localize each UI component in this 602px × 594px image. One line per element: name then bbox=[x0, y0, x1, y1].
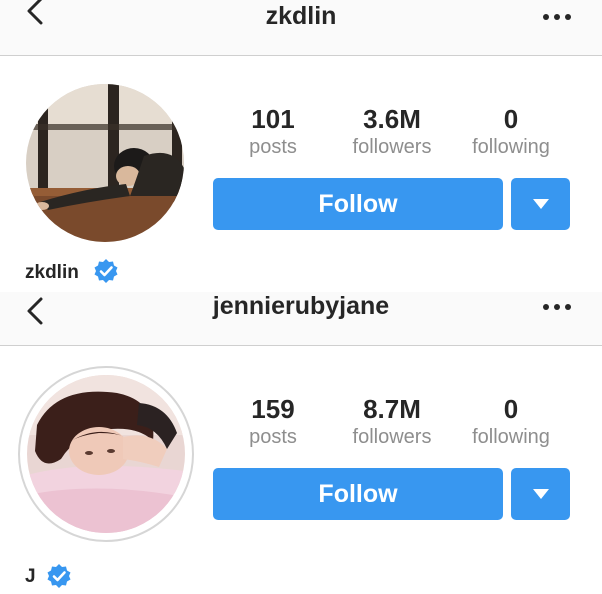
verified-badge-icon bbox=[47, 564, 71, 588]
stat-label: following bbox=[472, 136, 550, 158]
more-dots-icon[interactable] bbox=[542, 12, 572, 22]
follow-button[interactable]: Follow bbox=[213, 178, 503, 230]
stat-value: 101 bbox=[251, 104, 295, 134]
stat-value: 8.7M bbox=[363, 394, 421, 424]
stat-following[interactable]: 0 following bbox=[456, 104, 566, 160]
avatar-photo bbox=[27, 375, 185, 533]
stat-label: posts bbox=[249, 426, 297, 448]
stat-value: 0 bbox=[503, 394, 519, 424]
verified-badge-icon bbox=[94, 259, 118, 283]
stat-following[interactable]: 0 following bbox=[456, 394, 566, 450]
profile-username-title: jennierubyjane bbox=[212, 292, 390, 320]
stat-followers[interactable]: 3.6M followers bbox=[337, 104, 447, 160]
stat-value: 0 bbox=[503, 104, 519, 134]
more-dots-icon[interactable] bbox=[542, 302, 572, 312]
stat-followers[interactable]: 8.7M followers bbox=[337, 394, 447, 450]
profile-header: zkdlin bbox=[0, 0, 602, 56]
caret-down-icon bbox=[533, 489, 549, 499]
suggestions-dropdown-button[interactable] bbox=[511, 468, 570, 520]
stat-value: 3.6M bbox=[363, 104, 421, 134]
stat-value: 159 bbox=[251, 394, 295, 424]
avatar[interactable] bbox=[26, 84, 184, 242]
avatar[interactable] bbox=[27, 375, 185, 533]
stat-posts: 159 posts bbox=[218, 394, 328, 450]
suggestions-dropdown-button[interactable] bbox=[511, 178, 570, 230]
follow-button[interactable]: Follow bbox=[213, 468, 503, 520]
stat-posts: 101 posts bbox=[218, 104, 328, 160]
stat-label: following bbox=[472, 426, 550, 448]
avatar-photo bbox=[26, 84, 184, 242]
stat-label: followers bbox=[352, 136, 432, 158]
profile-display-name: zkdlin bbox=[25, 262, 79, 283]
profile-card-zkdlin: zkdlin 101 posts 3.6M followers 0 follow… bbox=[0, 0, 602, 292]
profile-username-title: zkdlin bbox=[265, 2, 337, 30]
caret-down-icon bbox=[533, 199, 549, 209]
profile-card-jennierubyjane: jennierubyjane 159 posts 8.7M followers bbox=[0, 292, 602, 594]
profile-header: jennierubyjane bbox=[0, 292, 602, 346]
stat-label: posts bbox=[249, 136, 297, 158]
stat-label: followers bbox=[352, 426, 432, 448]
profile-display-name: J bbox=[25, 566, 36, 587]
